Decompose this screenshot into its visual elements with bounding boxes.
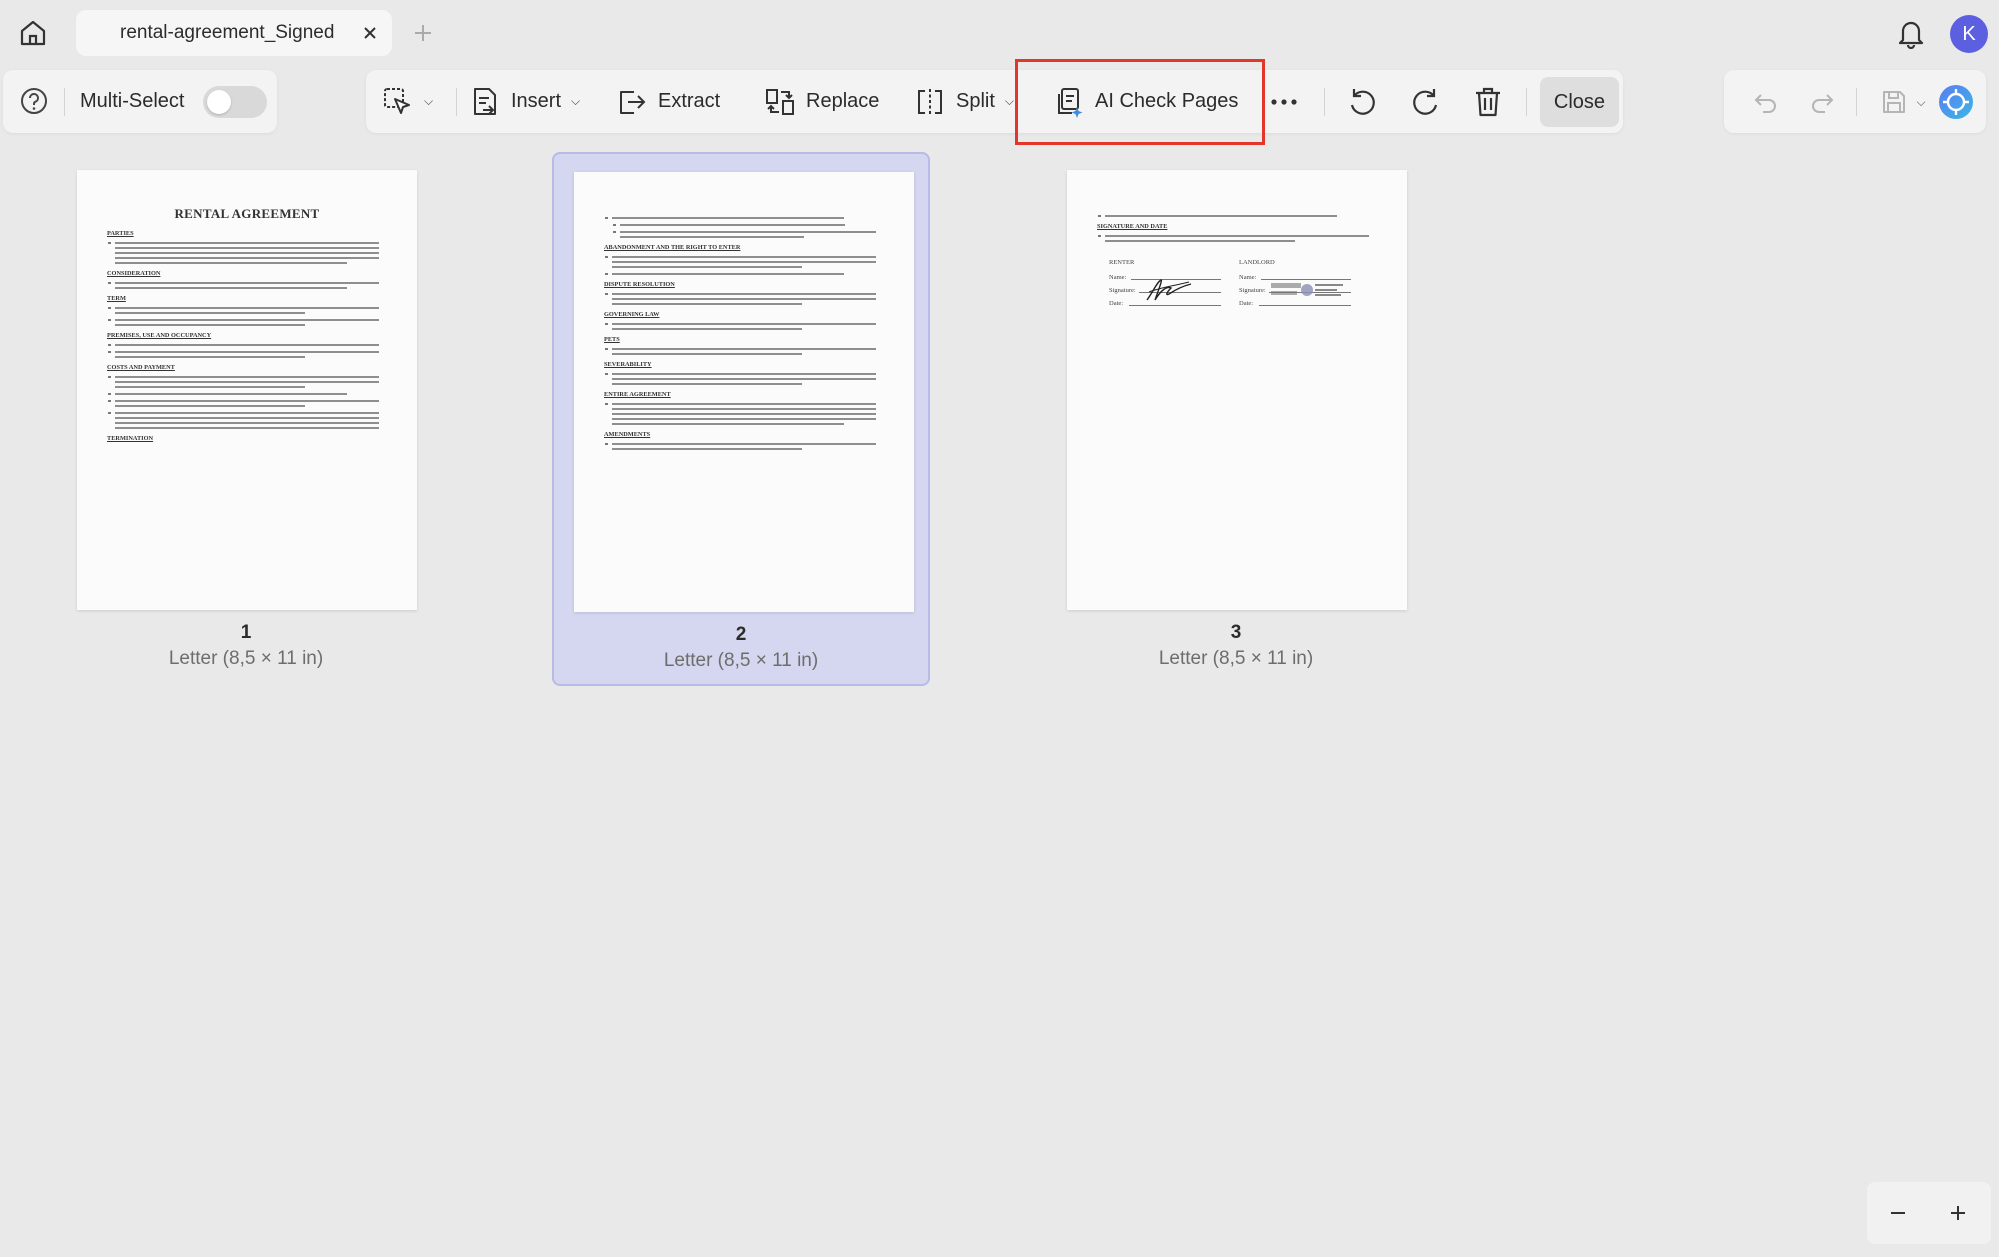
insert-label: Insert bbox=[511, 90, 562, 112]
more-dots-icon bbox=[1271, 98, 1297, 105]
signature-label: Signature: bbox=[1239, 287, 1266, 294]
user-avatar[interactable]: K bbox=[1950, 15, 1988, 53]
replace-page-icon bbox=[766, 88, 794, 115]
select-tool-button[interactable]: ⌵ bbox=[382, 78, 433, 125]
delete-trash-icon[interactable] bbox=[1470, 84, 1506, 120]
date-label: Date: bbox=[1109, 300, 1124, 307]
page-preview: ABANDONMENT AND THE RIGHT TO ENTER DISPU… bbox=[574, 172, 914, 612]
split-button[interactable]: Split ⌵ bbox=[914, 78, 1014, 125]
toggle-knob bbox=[207, 90, 231, 114]
section-heading: TERMINATION bbox=[107, 435, 154, 442]
section-heading: PREMISES, USE AND OCCUPANCY bbox=[107, 332, 212, 339]
page-number: 3 bbox=[1230, 622, 1242, 643]
document-tab[interactable]: rental-agreement_Signed bbox=[76, 10, 392, 56]
rotate-left-icon[interactable] bbox=[1344, 84, 1380, 120]
page-preview: SIGNATURE AND DATE RENTER LANDLORD Name:… bbox=[1067, 170, 1407, 610]
multi-select-toggle[interactable] bbox=[203, 86, 267, 118]
section-heading: TERM bbox=[107, 295, 126, 302]
page-size-label: Letter (8,5 × 11 in) bbox=[1158, 648, 1314, 669]
split-page-icon bbox=[918, 88, 942, 115]
page-preview: RENTAL AGREEMENT PARTIES CONSIDERATION T… bbox=[77, 170, 417, 610]
section-heading: CONSIDERATION bbox=[107, 270, 161, 277]
page-number: 2 bbox=[735, 624, 747, 645]
extract-label: Extract bbox=[658, 90, 721, 112]
title-bar: rental-agreement_Signed K bbox=[0, 0, 1999, 66]
page-thumbnail-3[interactable]: SIGNATURE AND DATE RENTER LANDLORD Name:… bbox=[1047, 152, 1425, 686]
insert-button[interactable]: Insert ⌵ bbox=[469, 78, 580, 125]
zoom-control bbox=[1867, 1182, 1991, 1244]
history-panel: ⌵ bbox=[1724, 70, 1986, 133]
digital-signature-stamp bbox=[1271, 283, 1343, 296]
section-heading: SIGNATURE AND DATE bbox=[1097, 223, 1168, 230]
more-options-button[interactable] bbox=[1270, 78, 1298, 125]
multi-select-label: Multi-Select bbox=[80, 90, 185, 112]
section-heading: PARTIES bbox=[107, 230, 134, 237]
selection-panel: Multi-Select bbox=[3, 70, 277, 133]
chevron-down-icon: ⌵ bbox=[571, 94, 581, 108]
extract-page-icon bbox=[620, 90, 646, 114]
ai-check-pages-label: AI Check Pages bbox=[1095, 90, 1239, 112]
section-heading: AMENDMENTS bbox=[604, 431, 651, 438]
insert-page-icon bbox=[474, 87, 496, 115]
name-label: Name: bbox=[1239, 274, 1257, 281]
zoom-out-icon[interactable] bbox=[1881, 1196, 1915, 1230]
page-size-label: Letter (8,5 × 11 in) bbox=[663, 650, 819, 671]
help-icon[interactable] bbox=[16, 83, 52, 119]
replace-button[interactable]: Replace bbox=[764, 78, 879, 125]
signature-label: Signature: bbox=[1109, 287, 1136, 294]
chevron-down-icon: ⌵ bbox=[424, 94, 434, 108]
close-button[interactable]: Close bbox=[1540, 77, 1619, 127]
ai-check-pages-icon bbox=[1058, 87, 1083, 118]
section-heading: SEVERABILITY bbox=[604, 361, 652, 368]
notification-bell-icon[interactable] bbox=[1894, 14, 1928, 52]
redo-icon[interactable] bbox=[1804, 84, 1840, 120]
undo-icon[interactable] bbox=[1748, 84, 1784, 120]
tab-close-icon[interactable] bbox=[358, 21, 382, 45]
page-size-label: Letter (8,5 × 11 in) bbox=[168, 648, 324, 669]
chevron-down-icon: ⌵ bbox=[1004, 94, 1015, 108]
name-label: Name: bbox=[1109, 274, 1127, 281]
section-heading: ABANDONMENT AND THE RIGHT TO ENTER bbox=[604, 244, 741, 251]
document-title: RENTAL AGREEMENT bbox=[174, 206, 320, 221]
home-icon[interactable] bbox=[14, 14, 52, 52]
ai-check-pages-button[interactable]: AI Check Pages bbox=[1053, 78, 1238, 125]
section-heading: DISPUTE RESOLUTION bbox=[604, 281, 675, 288]
save-options-chevron-icon[interactable]: ⌵ bbox=[1910, 84, 1932, 120]
page-thumbnail-1[interactable]: RENTAL AGREEMENT PARTIES CONSIDERATION T… bbox=[57, 152, 435, 686]
tab-title: rental-agreement_Signed bbox=[120, 22, 335, 43]
save-icon[interactable] bbox=[1876, 84, 1912, 120]
replace-label: Replace bbox=[806, 90, 880, 112]
page-thumbnail-2[interactable]: ABANDONMENT AND THE RIGHT TO ENTER DISPU… bbox=[552, 152, 930, 686]
section-heading: GOVERNING LAW bbox=[604, 311, 660, 318]
renter-label: RENTER bbox=[1109, 259, 1135, 266]
rotate-right-icon[interactable] bbox=[1408, 84, 1444, 120]
handwritten-signature bbox=[1146, 279, 1192, 301]
date-label: Date: bbox=[1239, 300, 1254, 307]
page-number: 1 bbox=[240, 622, 252, 643]
landlord-label: LANDLORD bbox=[1239, 259, 1275, 266]
select-cursor-icon bbox=[384, 87, 410, 114]
extract-button[interactable]: Extract bbox=[616, 78, 720, 125]
page-tools-panel: ⌵ Insert ⌵ Extract Replace Split ⌵ AI Ch… bbox=[366, 70, 1623, 133]
divider bbox=[1324, 88, 1325, 116]
section-heading: COSTS AND PAYMENT bbox=[107, 364, 175, 371]
new-tab-icon[interactable] bbox=[408, 18, 438, 48]
section-heading: PETS bbox=[604, 336, 620, 343]
divider bbox=[456, 88, 457, 116]
landlord-name-row: Name: bbox=[1239, 274, 1351, 281]
zoom-in-icon[interactable] bbox=[1941, 1196, 1975, 1230]
ai-assistant-icon[interactable] bbox=[1936, 82, 1976, 122]
divider bbox=[1526, 88, 1527, 116]
section-heading: ENTIRE AGREEMENT bbox=[604, 391, 671, 398]
divider bbox=[1856, 88, 1857, 116]
split-label: Split bbox=[956, 90, 995, 112]
divider bbox=[64, 88, 65, 116]
